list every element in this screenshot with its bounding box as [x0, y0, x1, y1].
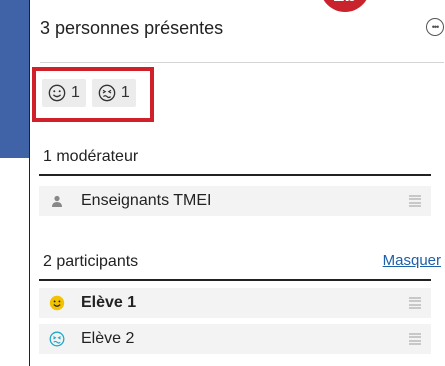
confused-status-chip[interactable]: 1 — [91, 79, 136, 107]
row-menu-icon[interactable] — [409, 333, 421, 345]
header-divider — [40, 62, 444, 63]
confused-face-icon — [49, 331, 65, 347]
user-icon — [49, 193, 65, 209]
confused-face-icon — [98, 84, 116, 102]
panel-header: 3 personnes présentes ••• — [40, 18, 444, 63]
confused-count: 1 — [120, 84, 130, 101]
participants-section-title: 2 participants — [43, 253, 139, 270]
moderators-divider — [39, 174, 431, 176]
happy-count: 1 — [71, 84, 80, 101]
moderators-section-title: 1 modérateur — [43, 148, 139, 165]
moderator-name: Enseignants TMEI — [81, 192, 212, 209]
participant-name: Elève 1 — [81, 294, 137, 311]
more-options-icon[interactable]: ••• — [426, 18, 444, 36]
participant-name: Elève 2 — [81, 330, 135, 347]
participant-row[interactable]: Elève 1 — [39, 288, 431, 318]
hide-participants-link[interactable]: Masquer — [383, 252, 441, 269]
smile-icon — [48, 84, 66, 102]
participants-divider — [39, 279, 431, 281]
moderator-row[interactable]: Enseignants TMEI — [39, 186, 431, 216]
happy-status-chip[interactable]: 1 — [42, 79, 86, 107]
row-menu-icon[interactable] — [409, 195, 421, 207]
participant-row[interactable]: Elève 2 — [39, 324, 431, 354]
panel-title: 3 personnes présentes — [40, 18, 224, 38]
row-menu-icon[interactable] — [409, 297, 421, 309]
status-summary: 1 1 — [42, 79, 136, 107]
smile-icon — [49, 295, 65, 311]
